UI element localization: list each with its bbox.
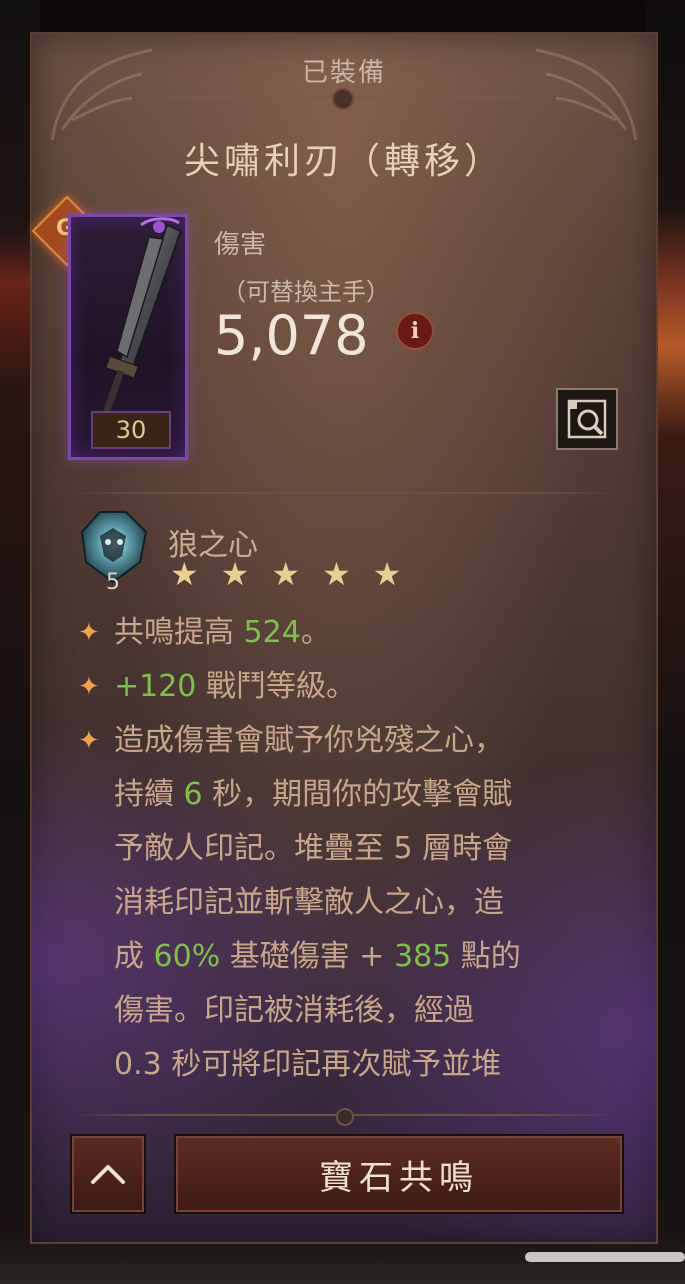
affix-text: 。	[300, 615, 331, 650]
affix-line: ✦ 共鳴提高 524。	[76, 606, 636, 660]
damage-sublabel: （可替換主手）	[222, 278, 390, 306]
affix-text: 傷害。印記被消耗後，經過	[114, 993, 474, 1028]
affix-text: 0.3 秒可將印記再次賦予並堆	[114, 1047, 502, 1082]
equipped-label: 已裝備	[301, 58, 386, 88]
inspect-button[interactable]	[556, 388, 618, 450]
affix-text: 持續	[114, 777, 184, 812]
section-divider	[70, 492, 618, 494]
affix-text: 予敵人印記。堆疊至 5 層時會	[114, 831, 513, 866]
affix-line: ✦ +120 戰鬥等級。	[76, 660, 636, 714]
affix-text: 成	[114, 939, 154, 974]
affix-value: 524	[243, 615, 301, 650]
affix-text: 造成傷害會賦予你兇殘之心，	[114, 723, 504, 758]
star-icon: ★	[271, 555, 301, 593]
chevron-up-icon	[91, 1165, 125, 1184]
affix-list: ✦ 共鳴提高 524。 ✦ +120 戰鬥等級。 ✦ 造成傷害會賦予你兇殘之心， 持續 6 …	[76, 606, 636, 1092]
affix-value: 385	[393, 939, 452, 974]
affix-bullet-icon: ✦	[78, 726, 100, 756]
collapse-button[interactable]	[70, 1134, 146, 1214]
header-gem-ornament	[332, 88, 354, 110]
item-title: 尖嘯利刃（轉移）	[183, 141, 504, 182]
home-indicator[interactable]	[525, 1252, 685, 1262]
affix-bullet-icon: ✦	[78, 618, 100, 648]
gem-count: 5	[106, 570, 120, 595]
affix-text: 共鳴提高	[114, 615, 244, 650]
item-level: 30	[115, 416, 147, 444]
star-icon: ★	[372, 555, 402, 593]
item-tooltip-panel: 已裝備 尖嘯利刃（轉移） G 30 傷害 （可替換主手） 5,078 i 5 狼…	[30, 32, 658, 1244]
affix-bullet-icon: ✦	[78, 672, 100, 702]
damage-value: 5,078	[214, 304, 369, 367]
affix-line: ✦ 造成傷害會賦予你兇殘之心， 持續 6 秒，期間你的攻擊會賦予敵人印記。堆疊至 5…	[76, 714, 636, 1092]
gem-resonance-label: 寶石共鳴	[319, 1157, 479, 1198]
info-icon[interactable]: i	[396, 312, 434, 350]
affix-value: +120	[114, 669, 197, 704]
affix-value: 6	[183, 777, 203, 812]
gem-resonance-button[interactable]: 寶石共鳴	[174, 1134, 624, 1214]
star-icon: ★	[170, 555, 199, 593]
affix-text: 點的	[451, 939, 521, 974]
star-icon: ★	[220, 555, 250, 593]
item-level-box: 30	[91, 411, 171, 449]
item-icon-frame[interactable]: 30	[68, 214, 188, 460]
affix-text: 戰鬥等級。	[196, 669, 356, 704]
magnify-icon	[567, 399, 607, 439]
footer-gem-ornament	[336, 1108, 354, 1126]
affix-text: 秒，期間你的攻擊會賦	[202, 777, 513, 812]
damage-label: 傷害	[214, 230, 267, 260]
affix-value: 60%	[153, 939, 221, 974]
gem-rating: ★ ★ ★ ★ ★	[170, 558, 401, 590]
affix-text: 消耗印記並斬擊敵人之心，造	[114, 885, 504, 920]
affix-text: 基礎傷害 +	[220, 939, 394, 974]
star-icon: ★	[322, 555, 351, 593]
